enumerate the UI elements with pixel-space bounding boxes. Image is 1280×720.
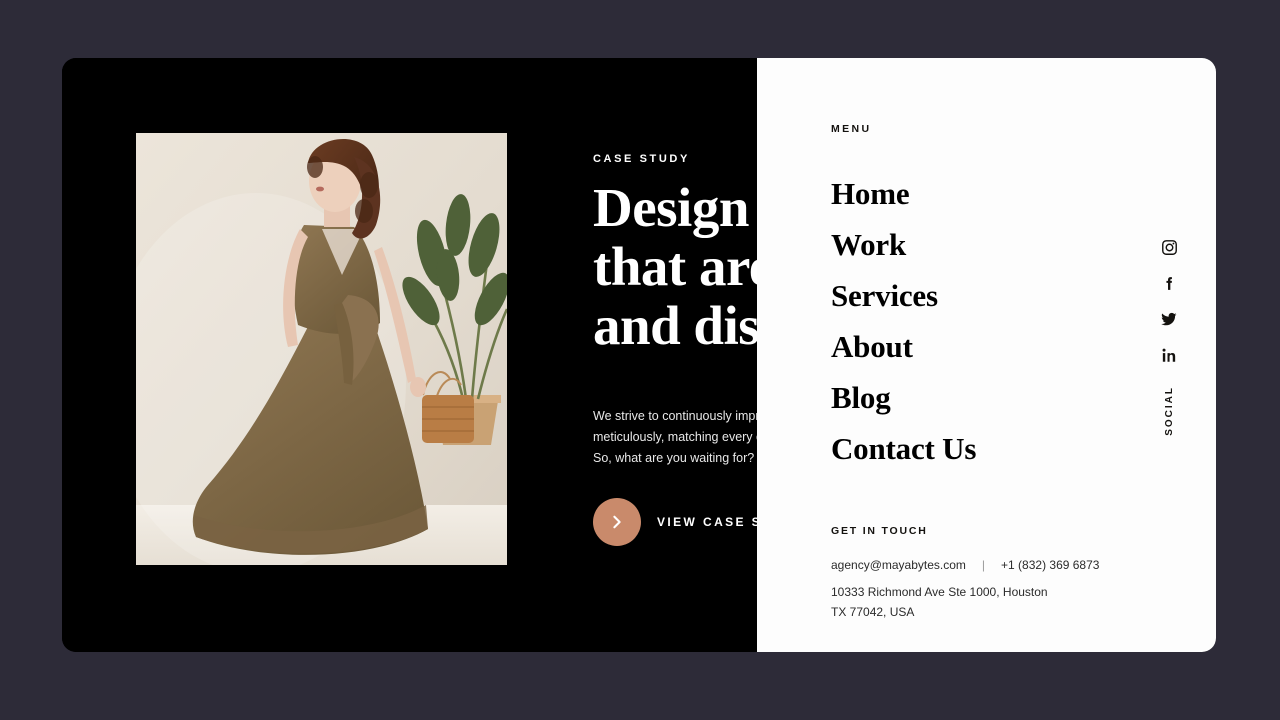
contact-separator: | xyxy=(981,558,986,572)
twitter-icon[interactable] xyxy=(1160,310,1178,328)
hero-card: CASE STUDY Design that are and dis We st… xyxy=(62,58,1216,652)
contact-email[interactable]: agency@mayabytes.com xyxy=(831,558,966,572)
left-dark-panel: CASE STUDY Design that are and dis We st… xyxy=(62,58,802,652)
facebook-icon[interactable] xyxy=(1160,274,1178,292)
instagram-icon[interactable] xyxy=(1160,238,1178,256)
address-line-1: 10333 Richmond Ave Ste 1000, Houston xyxy=(831,585,1048,599)
main-navigation: Home Work Services About Blog Contact Us xyxy=(831,168,976,474)
social-rail: SOCIAL xyxy=(1160,238,1178,436)
page-root: CASE STUDY Design that are and dis We st… xyxy=(0,0,1280,720)
nav-item-contact-us[interactable]: Contact Us xyxy=(831,423,976,474)
chevron-right-icon xyxy=(593,498,641,546)
nav-item-work[interactable]: Work xyxy=(831,219,976,270)
contact-row: agency@mayabytes.com | +1 (832) 369 6873 xyxy=(831,558,1099,572)
nav-item-about[interactable]: About xyxy=(831,321,976,372)
photo-illustration xyxy=(136,133,507,565)
nav-item-blog[interactable]: Blog xyxy=(831,372,976,423)
nav-item-home[interactable]: Home xyxy=(831,168,976,219)
address-line-2: TX 77042, USA xyxy=(831,605,915,619)
case-study-photo xyxy=(136,133,507,565)
get-in-touch-heading: GET IN TOUCH xyxy=(831,525,928,537)
linkedin-icon[interactable] xyxy=(1160,346,1178,364)
contact-phone[interactable]: +1 (832) 369 6873 xyxy=(1001,558,1099,572)
menu-panel: MENU Home Work Services About Blog Conta… xyxy=(757,58,1216,652)
nav-item-services[interactable]: Services xyxy=(831,270,976,321)
menu-heading: MENU xyxy=(831,123,872,135)
contact-address: 10333 Richmond Ave Ste 1000, Houston TX … xyxy=(831,582,1048,622)
social-label: SOCIAL xyxy=(1163,386,1175,436)
